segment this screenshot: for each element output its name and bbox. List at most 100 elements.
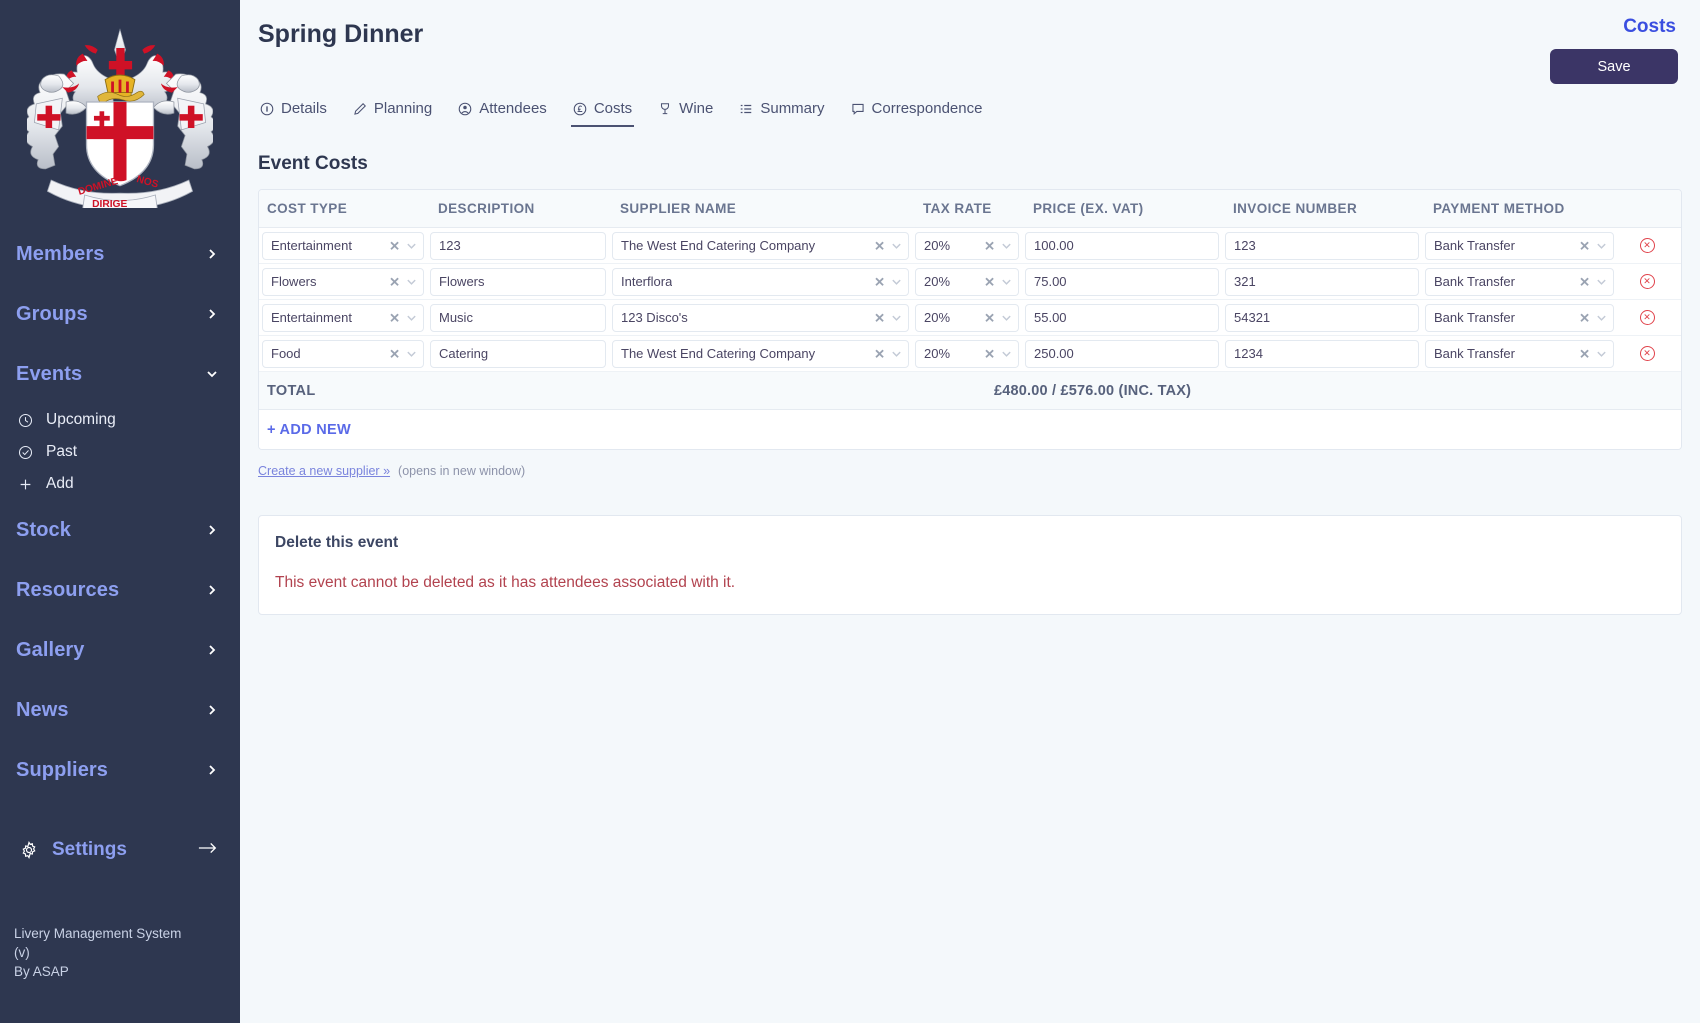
clear-icon[interactable]: ✕	[874, 347, 885, 360]
payment-method-select[interactable]: Bank Transfer ✕	[1425, 268, 1614, 296]
chevron-down-icon[interactable]	[1001, 240, 1012, 251]
sidebar-item-gallery[interactable]: Gallery	[0, 620, 240, 680]
tab-label: Correspondence	[872, 100, 983, 117]
sidebar-item-settings[interactable]: Settings	[0, 822, 240, 878]
tax-rate-select[interactable]: 20% ✕	[915, 304, 1019, 332]
clear-icon[interactable]: ✕	[1579, 239, 1590, 252]
tab-label: Attendees	[479, 100, 547, 117]
chevron-right-icon	[206, 524, 218, 536]
delete-event-panel: Delete this event This event cannot be d…	[258, 515, 1682, 615]
chevron-down-icon[interactable]	[1596, 240, 1607, 251]
payment-method-select[interactable]: Bank Transfer ✕	[1425, 232, 1614, 260]
invoice-number-input[interactable]: 321	[1225, 268, 1419, 296]
supplier-name-value: Interflora	[621, 274, 672, 289]
chevron-down-icon[interactable]	[1001, 312, 1012, 323]
delete-row-button[interactable]: ✕	[1640, 238, 1655, 253]
tax-rate-select[interactable]: 20% ✕	[915, 232, 1019, 260]
description-input[interactable]: Music	[430, 304, 606, 332]
clear-icon[interactable]: ✕	[984, 239, 995, 252]
tab-attendees[interactable]: Attendees	[456, 98, 549, 127]
clear-icon[interactable]: ✕	[1579, 311, 1590, 324]
sidebar-item-news[interactable]: News	[0, 680, 240, 740]
chevron-down-icon[interactable]	[406, 276, 417, 287]
sidebar-item-suppliers[interactable]: Suppliers	[0, 740, 240, 800]
price-input[interactable]: 75.00	[1025, 268, 1219, 296]
logo[interactable]: DOMINE NOS DIRIGE	[0, 0, 240, 224]
description-input[interactable]: 123	[430, 232, 606, 260]
clear-icon[interactable]: ✕	[984, 311, 995, 324]
chevron-down-icon[interactable]	[891, 348, 902, 359]
tax-rate-value: 20%	[924, 346, 950, 361]
chevron-down-icon[interactable]	[1596, 276, 1607, 287]
invoice-number-input[interactable]: 123	[1225, 232, 1419, 260]
city-of-london-coat-of-arms-icon: DOMINE NOS DIRIGE	[27, 22, 213, 208]
cost-type-select[interactable]: Entertainment ✕	[262, 304, 424, 332]
clear-icon[interactable]: ✕	[389, 275, 400, 288]
tab-details[interactable]: Details	[258, 98, 329, 127]
sidebar-item-members[interactable]: Members	[0, 224, 240, 284]
sidebar-item-groups[interactable]: Groups	[0, 284, 240, 344]
delete-row-button[interactable]: ✕	[1640, 274, 1655, 289]
supplier-name-select[interactable]: 123 Disco's ✕	[612, 304, 909, 332]
sidebar-item-resources[interactable]: Resources	[0, 560, 240, 620]
clear-icon[interactable]: ✕	[389, 347, 400, 360]
invoice-number-input[interactable]: 1234	[1225, 340, 1419, 368]
cost-type-select[interactable]: Food ✕	[262, 340, 424, 368]
clear-icon[interactable]: ✕	[1579, 347, 1590, 360]
tab-correspondence[interactable]: Correspondence	[849, 98, 985, 127]
add-new-button[interactable]: + ADD NEW	[267, 422, 351, 438]
list-icon	[739, 102, 753, 116]
supplier-name-select[interactable]: The West End Catering Company ✕	[612, 232, 909, 260]
create-supplier-link[interactable]: Create a new supplier »	[258, 464, 390, 478]
chevron-down-icon[interactable]	[891, 276, 902, 287]
clear-icon[interactable]: ✕	[874, 311, 885, 324]
invoice-number-input[interactable]: 54321	[1225, 304, 1419, 332]
delete-row-button[interactable]: ✕	[1640, 346, 1655, 361]
payment-method-select[interactable]: Bank Transfer ✕	[1425, 340, 1614, 368]
chevron-down-icon[interactable]	[406, 240, 417, 251]
cost-type-select[interactable]: Entertainment ✕	[262, 232, 424, 260]
description-value: Music	[439, 310, 473, 325]
pound-circle-icon	[573, 102, 587, 116]
chevron-down-icon[interactable]	[1001, 348, 1012, 359]
clear-icon[interactable]: ✕	[874, 239, 885, 252]
price-input[interactable]: 250.00	[1025, 340, 1219, 368]
cost-type-select[interactable]: Flowers ✕	[262, 268, 424, 296]
payment-method-select[interactable]: Bank Transfer ✕	[1425, 304, 1614, 332]
clear-icon[interactable]: ✕	[874, 275, 885, 288]
tab-wine[interactable]: Wine	[656, 98, 715, 127]
chevron-down-icon[interactable]	[891, 240, 902, 251]
price-input[interactable]: 55.00	[1025, 304, 1219, 332]
supplier-name-select[interactable]: The West End Catering Company ✕	[612, 340, 909, 368]
sidebar-item-past[interactable]: Past	[0, 436, 240, 468]
chevron-down-icon[interactable]	[1001, 276, 1012, 287]
clear-icon[interactable]: ✕	[984, 275, 995, 288]
chevron-down-icon[interactable]	[406, 348, 417, 359]
sidebar-item-upcoming[interactable]: Upcoming	[0, 404, 240, 436]
tab-costs[interactable]: Costs	[571, 98, 634, 127]
chevron-down-icon[interactable]	[406, 312, 417, 323]
table-row: Food ✕ Catering The West End Catering Co…	[259, 336, 1681, 372]
clear-icon[interactable]: ✕	[984, 347, 995, 360]
tab-summary[interactable]: Summary	[737, 98, 826, 127]
sidebar-item-add[interactable]: Add	[0, 468, 240, 500]
clear-icon[interactable]: ✕	[389, 311, 400, 324]
price-input[interactable]: 100.00	[1025, 232, 1219, 260]
chevron-down-icon[interactable]	[1596, 348, 1607, 359]
clear-icon[interactable]: ✕	[1579, 275, 1590, 288]
tax-rate-select[interactable]: 20% ✕	[915, 340, 1019, 368]
chevron-down-icon[interactable]	[891, 312, 902, 323]
chevron-right-icon	[206, 248, 218, 260]
chevron-down-icon[interactable]	[1596, 312, 1607, 323]
supplier-name-select[interactable]: Interflora ✕	[612, 268, 909, 296]
page-header: Spring Dinner Costs Save	[240, 0, 1700, 84]
description-input[interactable]: Flowers	[430, 268, 606, 296]
tax-rate-select[interactable]: 20% ✕	[915, 268, 1019, 296]
tab-planning[interactable]: Planning	[351, 98, 434, 127]
clear-icon[interactable]: ✕	[389, 239, 400, 252]
sidebar-item-events[interactable]: Events	[0, 344, 240, 404]
delete-row-button[interactable]: ✕	[1640, 310, 1655, 325]
save-button[interactable]: Save	[1550, 49, 1678, 84]
description-input[interactable]: Catering	[430, 340, 606, 368]
sidebar-item-stock[interactable]: Stock	[0, 500, 240, 560]
